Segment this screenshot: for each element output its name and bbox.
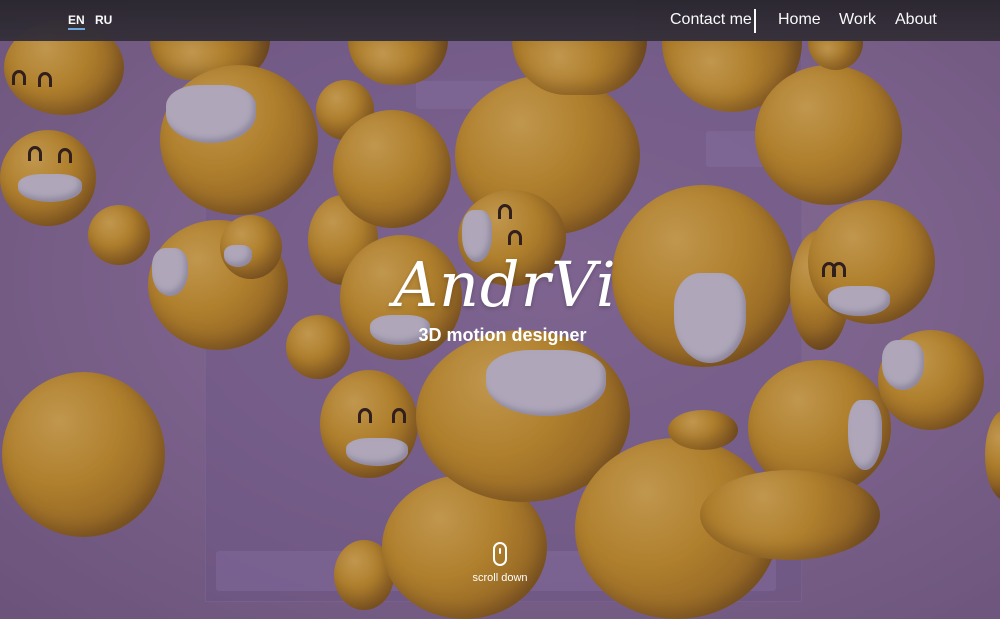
language-ru[interactable]: RU	[95, 13, 112, 27]
mouse-wheel	[499, 548, 501, 554]
hero-subtitle: 3D motion designer	[418, 325, 587, 345]
scroll-down-label[interactable]: scroll down	[460, 572, 540, 584]
nav-divider	[754, 9, 756, 33]
nav-contact-link[interactable]: Contact me	[670, 11, 752, 29]
mouse-icon[interactable]	[493, 542, 507, 566]
site-logo-title: AndrVi	[393, 248, 617, 321]
top-navbar: EN RU Contact me Home Work About	[0, 0, 1000, 41]
nav-about-link[interactable]: About	[895, 11, 937, 29]
nav-work-link[interactable]: Work	[839, 11, 876, 29]
language-en[interactable]: EN	[68, 13, 85, 30]
nav-home-link[interactable]: Home	[778, 11, 821, 29]
